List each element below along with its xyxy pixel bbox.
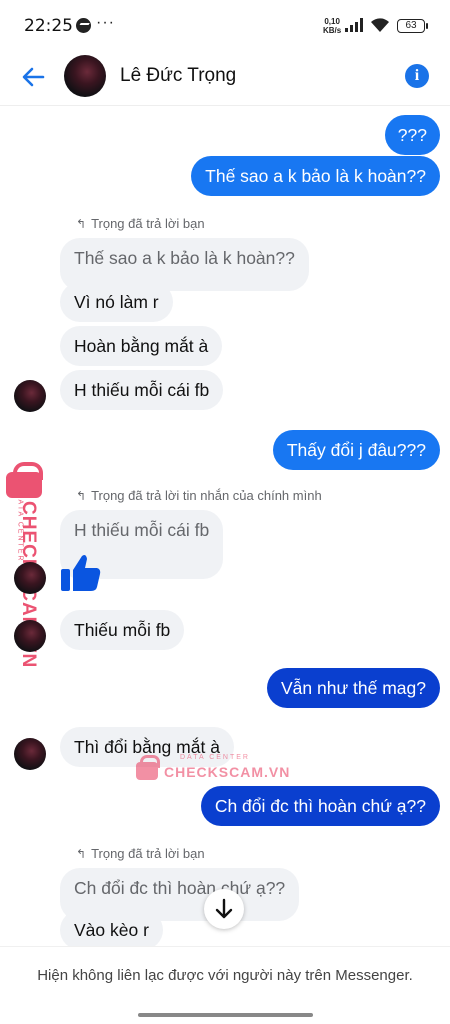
message-outgoing[interactable]: Thấy đổi j đâu??? bbox=[272, 430, 440, 470]
footer-notice-bar: Hiện không liên lạc được với người này t… bbox=[0, 946, 450, 1024]
sender-avatar[interactable] bbox=[14, 620, 46, 652]
info-icon[interactable]: i bbox=[405, 64, 429, 88]
message-incoming[interactable]: Vì nó làm r bbox=[60, 282, 173, 322]
home-indicator[interactable] bbox=[138, 1013, 313, 1017]
message-outgoing[interactable]: Vẫn như thế mag? bbox=[266, 668, 440, 708]
battery-icon: 63 bbox=[397, 19, 428, 33]
lock-icon bbox=[6, 462, 43, 498]
watermark-brand: CHECKSCAM.VN bbox=[164, 764, 291, 780]
message-incoming[interactable]: Thiếu mỗi fb bbox=[60, 610, 185, 650]
thumbs-up-icon[interactable] bbox=[60, 551, 102, 593]
contact-name[interactable]: Lê Đức Trọng bbox=[120, 65, 236, 87]
chat-header: Lê Đức Trọng i bbox=[0, 52, 450, 106]
message-incoming[interactable]: Hoàn bằng mắt à bbox=[60, 326, 223, 366]
sender-avatar[interactable] bbox=[14, 562, 46, 594]
network-speed-value: 0,10 bbox=[324, 17, 340, 26]
watermark-tagline: DATA CENTER bbox=[180, 754, 250, 761]
reply-arrow-icon: ↰ bbox=[76, 217, 87, 231]
message-outgoing[interactable]: Ch đổi đc thì hoàn chứ ạ?? bbox=[200, 786, 440, 826]
scroll-to-bottom-button[interactable] bbox=[204, 889, 244, 929]
message-outgoing[interactable]: ??? bbox=[384, 115, 440, 155]
back-arrow-icon[interactable] bbox=[18, 62, 48, 92]
reply-note: ↰ Trọng đã trả lời bạn bbox=[76, 216, 205, 231]
network-speed-unit: KB/s bbox=[323, 26, 342, 35]
signal-icon bbox=[345, 18, 363, 32]
watermark-logo-center: DATA CENTER CHECKSCAM.VN bbox=[134, 752, 289, 784]
reply-note: ↰ Trọng đã trả lời bạn bbox=[76, 846, 205, 861]
reply-note-text: Trọng đã trả lời bạn bbox=[91, 216, 205, 231]
messenger-notification-icon bbox=[76, 18, 91, 33]
message-incoming[interactable]: Vào kèo r bbox=[60, 910, 163, 950]
status-bar: 22:25 ··· 0,10 KB/s 63 bbox=[0, 0, 450, 52]
sender-avatar[interactable] bbox=[14, 380, 46, 412]
status-time: 22:25 bbox=[24, 16, 73, 36]
more-notifications-icon: ··· bbox=[96, 14, 115, 31]
contact-avatar[interactable] bbox=[64, 55, 106, 97]
lock-icon bbox=[136, 755, 160, 780]
reply-note-text: Trọng đã trả lời tin nhắn của chính mình bbox=[91, 488, 322, 503]
reply-arrow-icon: ↰ bbox=[76, 847, 87, 861]
reply-note-text: Trọng đã trả lời bạn bbox=[91, 846, 205, 861]
message-outgoing[interactable]: Thế sao a k bảo là k hoàn?? bbox=[191, 156, 440, 196]
unavailable-notice: Hiện không liên lạc được với người này t… bbox=[37, 967, 413, 984]
sender-avatar[interactable] bbox=[14, 738, 46, 770]
wifi-icon bbox=[371, 18, 389, 32]
reply-note: ↰ Trọng đã trả lời tin nhắn của chính mìn… bbox=[76, 488, 322, 503]
message-incoming[interactable]: H thiếu mỗi cái fb bbox=[60, 370, 224, 410]
network-speed: 0,10 KB/s bbox=[323, 17, 341, 35]
reply-arrow-icon: ↰ bbox=[76, 489, 87, 503]
arrow-down-icon bbox=[215, 898, 233, 919]
